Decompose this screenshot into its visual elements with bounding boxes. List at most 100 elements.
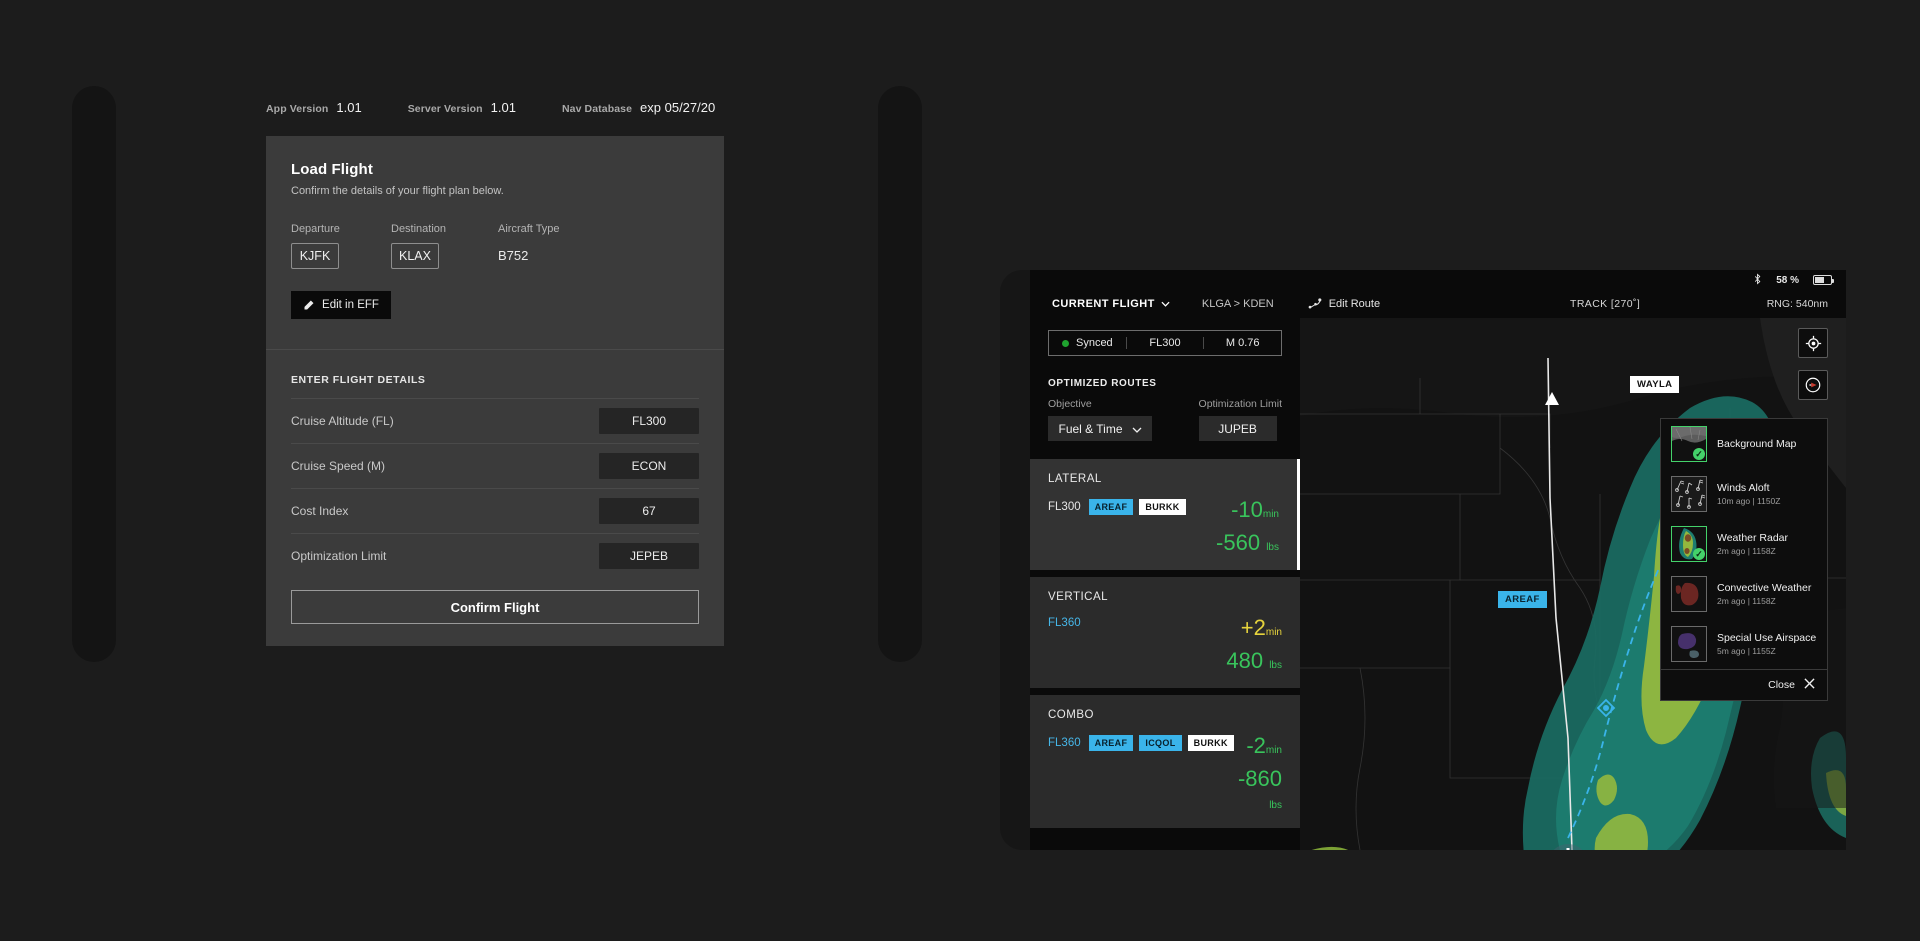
- chevron-down-icon: [1161, 298, 1170, 310]
- layer-text-special-use-airspace: Special Use Airspace 5m ago | 1155Z: [1717, 632, 1816, 656]
- route-time-delta: +2min: [1226, 617, 1282, 639]
- destination-input[interactable]: KLAX: [391, 243, 439, 269]
- special-use-airspace-thumb: [1671, 626, 1707, 662]
- server-version-value: 1.01: [490, 100, 516, 115]
- load-flight-card: Load Flight Confirm the details of your …: [266, 136, 724, 646]
- airport-fields-row: Departure KJFK Destination KLAX Aircraft…: [291, 223, 699, 269]
- nav-database-value: exp 05/27/20: [640, 100, 716, 115]
- route-savings: +2min 480 lbs: [1226, 617, 1282, 672]
- layer-item-special-use-airspace[interactable]: Special Use Airspace 5m ago | 1155Z: [1661, 619, 1827, 669]
- compass-button[interactable]: [1798, 370, 1828, 400]
- route-flight-level: FL360: [1048, 617, 1081, 629]
- waypoint-label-wayla[interactable]: WAYLA: [1630, 376, 1680, 393]
- sync-status-cell[interactable]: Synced: [1049, 337, 1126, 349]
- objective-select[interactable]: Fuel & Time: [1048, 416, 1152, 441]
- route-chips: FL300 AREAF BURKK: [1048, 499, 1186, 515]
- route-card-combo[interactable]: COMBO FL360 AREAF ICQOL BURKK -2min -860…: [1030, 695, 1300, 828]
- waypoint-label-areaf[interactable]: AREAF: [1498, 591, 1547, 608]
- route-chip[interactable]: AREAF: [1088, 499, 1134, 515]
- layer-item-convective-weather[interactable]: Convective Weather 2m ago | 1158Z: [1661, 569, 1827, 619]
- layer-text-winds-aloft: Winds Aloft 10m ago | 1150Z: [1717, 482, 1780, 506]
- objective-label: Objective: [1048, 398, 1092, 410]
- route-card-body: FL360 +2min 480 lbs: [1048, 617, 1282, 672]
- status-dot-icon: [1061, 339, 1069, 347]
- optimization-limit-label: Optimization Limit: [1198, 398, 1282, 410]
- close-x-icon: [1804, 678, 1815, 692]
- flight-details-section: ENTER FLIGHT DETAILS Cruise Altitude (FL…: [266, 350, 724, 646]
- phone-frame-left-edge: [72, 86, 116, 662]
- detail-row-cruise-speed: Cruise Speed (M) ECON: [291, 443, 699, 488]
- current-flight-label: CURRENT FLIGHT: [1052, 298, 1155, 310]
- layer-item-weather-radar[interactable]: ✓ Weather Radar 2m ago | 1158Z: [1661, 519, 1827, 569]
- center-on-aircraft-button[interactable]: [1798, 328, 1828, 358]
- route-fuel-unit: lbs: [1269, 660, 1282, 671]
- phone-frame-right-edge: [878, 86, 922, 662]
- compass-heading-icon: [1805, 377, 1821, 393]
- cruise-speed-input[interactable]: ECON: [599, 453, 699, 479]
- nav-database-label: Nav Database: [561, 103, 633, 115]
- route-time-value: -10: [1231, 497, 1263, 522]
- detail-row-cost-index: Cost Index 67: [291, 488, 699, 533]
- route-card-lateral[interactable]: LATERAL FL300 AREAF BURKK -10min -560 lb…: [1030, 459, 1300, 570]
- chevron-down-icon: [1132, 422, 1142, 436]
- aircraft-type-label: Aircraft Type: [498, 223, 560, 235]
- cost-index-input[interactable]: 67: [599, 498, 699, 524]
- crosshair-target-icon: [1805, 335, 1821, 351]
- cost-index-label: Cost Index: [291, 504, 349, 518]
- cruise-speed-label: Cruise Speed (M): [291, 459, 386, 473]
- route-chip[interactable]: BURKK: [1139, 499, 1186, 515]
- sync-mach-cell[interactable]: M 0.76: [1203, 337, 1281, 349]
- layer-name: Convective Weather: [1717, 582, 1812, 594]
- navigation-map[interactable]: WAYLA AREAF ✓ Background Map Winds Aloft…: [1300, 318, 1846, 850]
- edit-in-eff-button[interactable]: Edit in EFF: [291, 291, 391, 319]
- route-chip[interactable]: AREAF: [1088, 735, 1134, 751]
- confirm-flight-button[interactable]: Confirm Flight: [291, 590, 699, 624]
- route-fuel-delta: 480 lbs: [1226, 650, 1282, 672]
- layer-timestamp: 5m ago | 1155Z: [1717, 646, 1776, 656]
- map-layers-panel: ✓ Background Map Winds Aloft 10m ago | 1…: [1660, 418, 1828, 701]
- route-chip[interactable]: ICQOL: [1139, 735, 1182, 751]
- range-indicator: RNG: 540nm: [1766, 298, 1828, 310]
- aircraft-type-value: B752: [498, 248, 529, 263]
- destination-field-group: Destination KLAX: [391, 223, 498, 269]
- route-cards-list: LATERAL FL300 AREAF BURKK -10min -560 lb…: [1030, 459, 1300, 828]
- route-time-unit: min: [1265, 627, 1282, 638]
- optimized-controls-row: Objective Fuel & Time Optimization Limit…: [1030, 389, 1300, 441]
- layer-name: Special Use Airspace: [1717, 632, 1817, 644]
- route-fuel-unit: lbs: [1269, 800, 1282, 811]
- winds-aloft-thumb: [1671, 476, 1707, 512]
- check-icon: ✓: [1693, 548, 1705, 560]
- sync-status-label: Synced: [1075, 337, 1113, 349]
- layer-timestamp: 2m ago | 1158Z: [1717, 546, 1776, 556]
- current-flight-dropdown[interactable]: CURRENT FLIGHT: [1052, 298, 1170, 310]
- route-time-value: +2: [1240, 615, 1266, 640]
- cruise-altitude-input[interactable]: FL300: [599, 408, 699, 434]
- layer-timestamp: 2m ago | 1158Z: [1717, 596, 1776, 606]
- route-chip[interactable]: BURKK: [1187, 735, 1234, 751]
- detail-row-cruise-altitude: Cruise Altitude (FL) FL300: [291, 398, 699, 443]
- close-layers-button[interactable]: Close: [1661, 669, 1827, 700]
- objective-group: Objective Fuel & Time: [1048, 398, 1152, 441]
- layer-item-background-map[interactable]: ✓ Background Map: [1661, 419, 1827, 469]
- edit-in-eff-label: Edit in EFF: [322, 299, 379, 311]
- route-card-title: LATERAL: [1048, 473, 1102, 485]
- nav-database-meta: Nav Database exp 05/27/20: [562, 100, 715, 115]
- route-card-vertical[interactable]: VERTICAL FL360 +2min 480 lbs: [1030, 577, 1300, 688]
- route-time-delta: -10min: [1216, 499, 1279, 521]
- optimization-limit-value[interactable]: JUPEB: [1198, 416, 1277, 441]
- sync-altitude-cell[interactable]: FL300: [1125, 337, 1204, 349]
- route-fuel-unit: lbs: [1266, 542, 1279, 553]
- server-version-meta: Server Version 1.01: [408, 100, 516, 115]
- layer-item-winds-aloft[interactable]: Winds Aloft 10m ago | 1150Z: [1661, 469, 1827, 519]
- departure-field-group: Departure KJFK: [291, 223, 391, 269]
- route-time-value: -2: [1246, 733, 1266, 758]
- optimization-limit-input[interactable]: JEPEB: [599, 543, 699, 569]
- app-version-meta: App Version 1.01: [266, 100, 362, 115]
- status-bar: 58 %: [1030, 270, 1846, 290]
- track-indicator: TRACK [270˚]: [1570, 298, 1641, 310]
- objective-value: Fuel & Time: [1058, 421, 1123, 436]
- route-fuel-value: -560: [1216, 530, 1261, 555]
- departure-input[interactable]: KJFK: [291, 243, 339, 269]
- route-fuel-delta: -860 lbs: [1234, 768, 1282, 812]
- layer-name: Weather Radar: [1717, 532, 1789, 544]
